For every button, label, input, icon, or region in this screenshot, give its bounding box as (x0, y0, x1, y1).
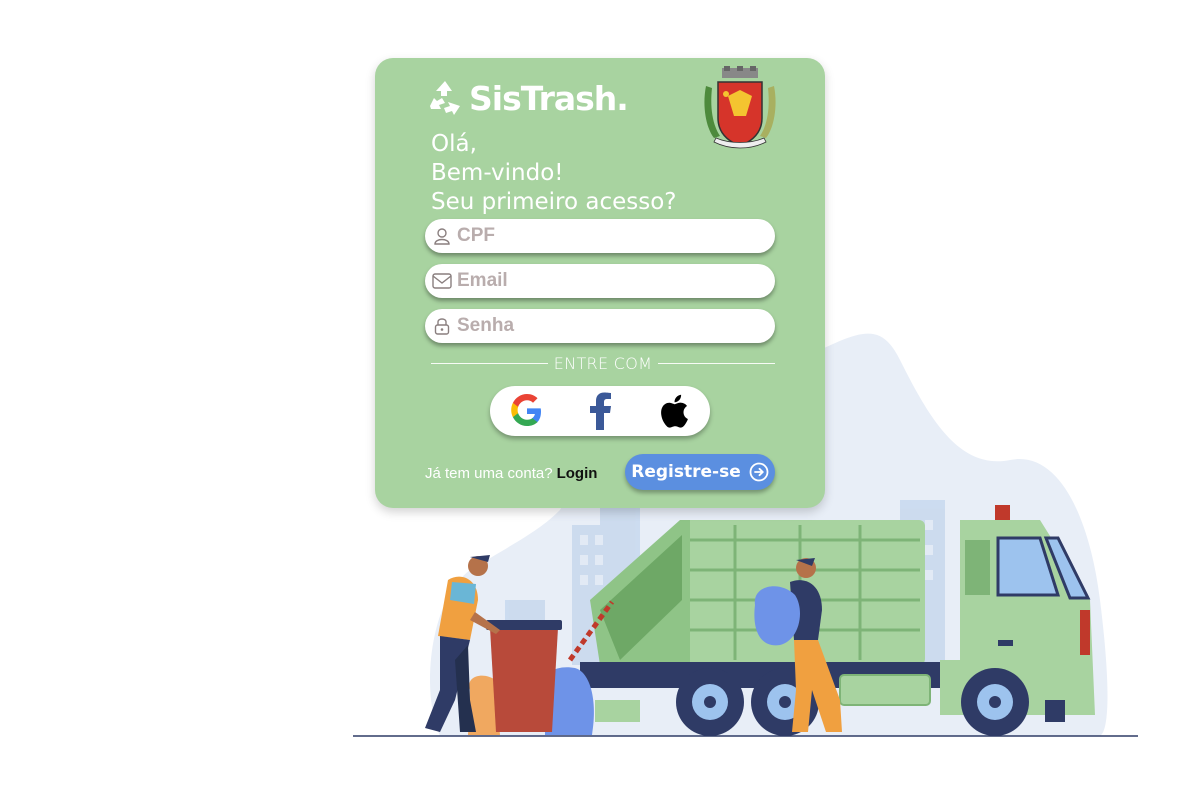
register-button[interactable]: Registre-se (625, 454, 775, 490)
cpf-input[interactable] (457, 225, 757, 247)
password-field[interactable] (425, 309, 775, 343)
greeting: Olá, Bem-vindo! Seu primeiro acesso? (431, 130, 677, 217)
register-card: SisTrash. Olá, Bem-vindo! Seu primeiro a… (375, 58, 825, 508)
divider-line-right (658, 362, 775, 364)
have-account-text: Já tem uma conta? (425, 464, 553, 482)
cpf-field[interactable] (425, 219, 775, 253)
recycle-icon (430, 81, 460, 115)
divider-line-left (431, 362, 548, 364)
email-input[interactable] (457, 270, 757, 292)
divider-label: ENTRE COM (553, 353, 653, 373)
facebook-icon (589, 392, 611, 430)
greeting-first-access: Seu primeiro acesso? (431, 189, 677, 215)
greeting-welcome: Bem-vindo! (431, 160, 564, 186)
login-page: SisTrash. Olá, Bem-vindo! Seu primeiro a… (0, 0, 1200, 800)
apple-icon (661, 394, 689, 428)
lock-icon (432, 316, 452, 336)
account-footer: Já tem uma conta? Login Registre-se (425, 454, 775, 492)
google-login-button[interactable] (507, 391, 547, 431)
login-link[interactable]: Login (557, 465, 598, 482)
arrow-right-circle-icon (749, 462, 769, 482)
register-label: Registre-se (631, 462, 741, 482)
email-field[interactable] (425, 264, 775, 298)
apple-login-button[interactable] (653, 391, 693, 431)
social-divider: ENTRE COM (431, 353, 775, 373)
greeting-hello: Olá, (431, 131, 477, 157)
mail-icon (432, 271, 452, 291)
brand-logo: SisTrash. (425, 78, 629, 118)
user-icon (432, 226, 452, 246)
brand-name: SisTrash. (469, 78, 629, 118)
social-login-bar (490, 386, 710, 436)
facebook-login-button[interactable] (580, 391, 620, 431)
password-input[interactable] (457, 315, 757, 337)
city-crest (704, 66, 776, 149)
google-icon (510, 394, 541, 426)
